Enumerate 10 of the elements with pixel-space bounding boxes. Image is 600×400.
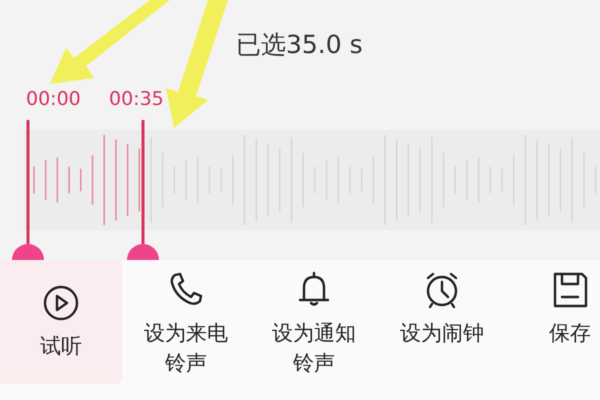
action-button[interactable]: 设为通知铃声	[250, 260, 378, 400]
action-button[interactable]: 设为来电铃声	[122, 260, 250, 400]
start-time: 00:00	[26, 88, 81, 110]
trim-handle[interactable]	[125, 120, 161, 260]
action-button[interactable]: 设为闹钟	[378, 260, 506, 400]
action-button[interactable]: 保存	[506, 260, 600, 400]
selected-duration: 已选35.0 s	[236, 29, 363, 61]
end-time: 00:35	[109, 88, 164, 110]
action-button[interactable]: 试听	[0, 260, 122, 384]
trim-handle[interactable]	[10, 120, 46, 260]
